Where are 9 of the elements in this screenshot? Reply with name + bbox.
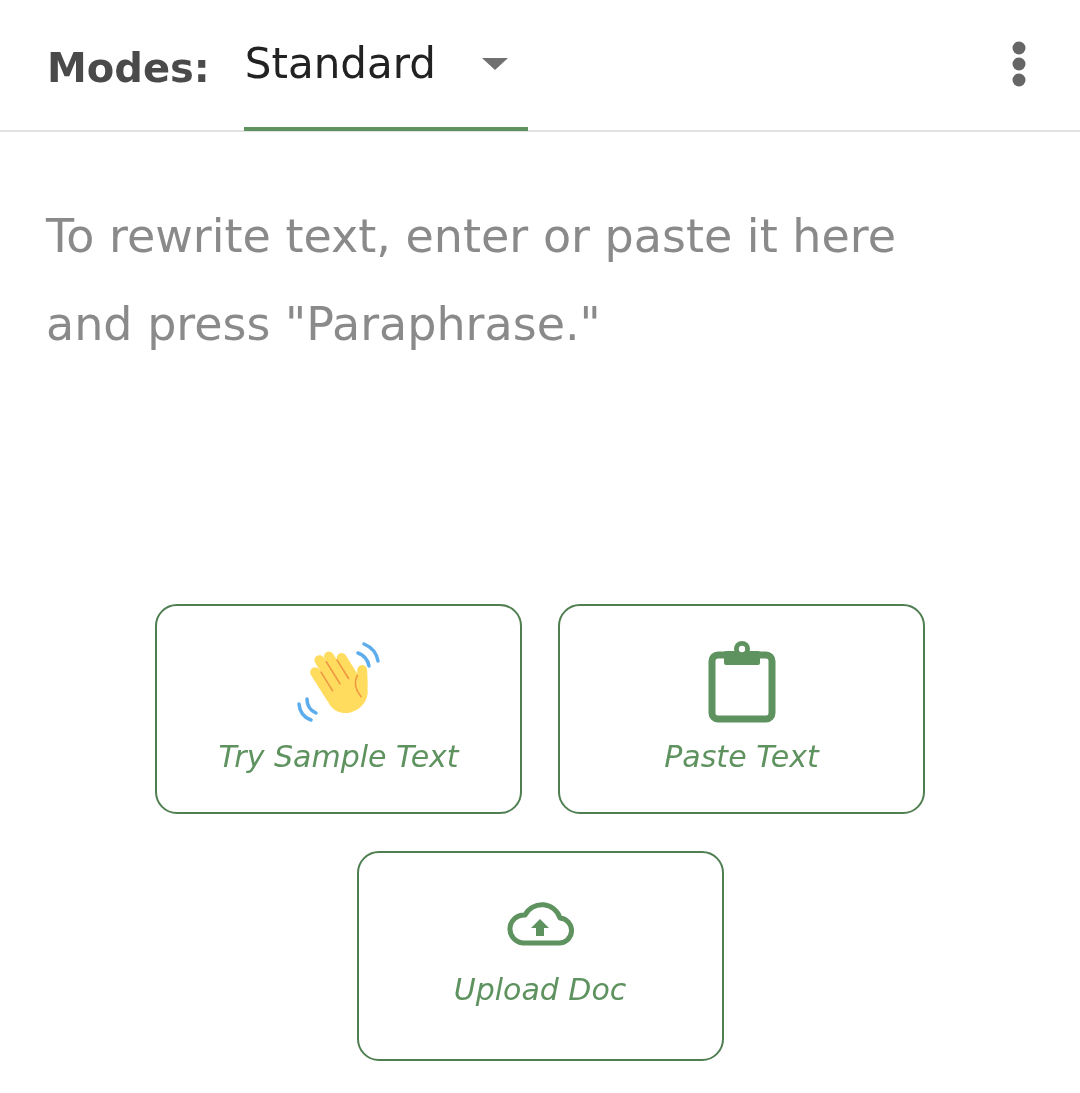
try-sample-text-button[interactable]: Try Sample Text [155,604,522,814]
waving-hand-icon [295,640,382,723]
paste-text-button[interactable]: Paste Text [558,604,925,814]
modes-label: Modes: [47,45,210,91]
upload-doc-button[interactable]: Upload Doc [356,851,724,1061]
cloud-upload-icon [506,901,574,946]
clipboard-icon [707,640,776,723]
more-options-icon[interactable] [1012,41,1026,87]
caret-icon [481,57,508,70]
